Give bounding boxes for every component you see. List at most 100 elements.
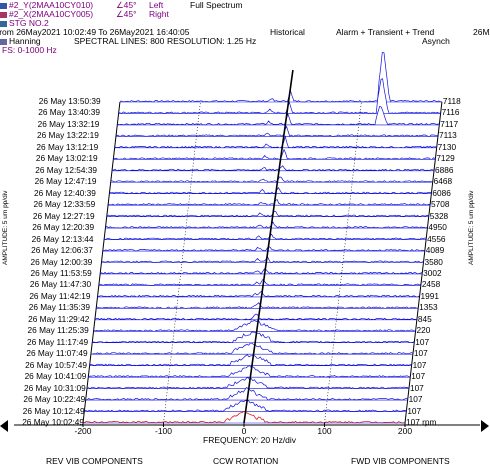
rpm-label: 7113 <box>438 130 457 141</box>
rpm-label: 107 <box>415 336 430 347</box>
rpm-label: 6086 <box>432 187 451 198</box>
trace-x-side: Right <box>149 9 169 19</box>
timestamp-label: 26 May 12:33:59 <box>33 199 96 210</box>
timestamp-label: 26 May 12:40:39 <box>34 187 96 198</box>
rpm-label: 5708 <box>431 199 450 210</box>
spectrum-trace <box>106 210 429 218</box>
rpm-label: 220 <box>416 325 431 336</box>
rpm-label: 107 <box>409 382 424 393</box>
timestamp-label: 26 May 12:54:39 <box>35 164 98 175</box>
rpm-label: 2458 <box>421 279 441 290</box>
rpm-label: 4556 <box>427 233 446 244</box>
historical-label: Historical <box>270 27 305 37</box>
spectrum-trace <box>102 245 425 252</box>
frequency-span: FS: 0-1000 Hz <box>2 45 57 55</box>
rotation-label: CCW ROTATION <box>213 456 279 466</box>
x-tick-label: 100 <box>317 426 332 436</box>
rpm-label: 4089 <box>425 245 445 256</box>
spectrum-trace <box>98 278 422 286</box>
rpm-label: 6886 <box>435 164 454 175</box>
x-tick-label: -200 <box>74 426 92 436</box>
timestamp-label: 26 May 12:20:39 <box>32 222 95 233</box>
spectrum-trace <box>117 105 440 126</box>
timestamp-label: 26 May 11:25:39 <box>27 325 89 336</box>
window-icon <box>0 38 7 45</box>
spectrum-mode: Full Spectrum <box>190 0 243 10</box>
y-axis-label-right: AMPLITUDE: 5 um pp/div <box>468 190 475 265</box>
timestamp-label: 26 May 12:47:19 <box>34 176 97 187</box>
timestamp-label: 26 May 11:17:49 <box>26 336 89 347</box>
rpm-label: 1991 <box>420 290 439 301</box>
rpm-label: 1353 <box>419 302 438 313</box>
timestamp-label: 26 May 10:12:49 <box>22 405 85 416</box>
spectrum-trace <box>114 135 437 149</box>
spectrum-trace <box>111 165 435 172</box>
x-tick-label: -100 <box>154 426 172 436</box>
timestamp-label: 26 May 13:02:19 <box>35 153 98 164</box>
spectrum-trace <box>113 148 436 160</box>
rpm-label: 4950 <box>428 222 447 233</box>
trace-y-icon <box>0 2 7 9</box>
timestamp-label: 26 May 12:27:19 <box>32 210 95 221</box>
spectrum-trace <box>118 78 441 114</box>
rpm-label: 7118 <box>442 96 461 106</box>
spectrum-trace <box>92 331 415 344</box>
rpm-label: 3580 <box>424 256 443 267</box>
x-axis-label: FREQUENCY: 20 Hz/div <box>203 435 297 445</box>
asynch-label: Asynch <box>422 36 450 46</box>
spectrum-trace <box>90 342 414 355</box>
machine-icon <box>0 20 7 27</box>
spectrum-trace <box>101 255 424 263</box>
timestamp-label: 26 May 11:07:49 <box>26 348 88 359</box>
scroll-right-arrow[interactable] <box>481 420 489 432</box>
rpm-label: 3002 <box>423 267 442 278</box>
clipped-label: 26M <box>473 27 490 37</box>
resolution: RESOLUTION: 1.25 Hz <box>167 36 257 46</box>
spectrum-trace <box>99 268 423 275</box>
spectrum-trace <box>94 313 417 321</box>
timestamp-label: 26 May 13:12:19 <box>36 141 99 152</box>
rpm-label: 107 <box>413 348 428 359</box>
rev-components-label: REV VIB COMPONENTS <box>46 456 143 466</box>
timestamp-label: 26 May 10:02:49 <box>22 417 84 427</box>
scroll-left-arrow[interactable] <box>0 420 8 432</box>
spectrum-trace <box>93 319 416 332</box>
timestamp-label: 26 May 10:41:09 <box>24 371 87 382</box>
rpm-label: 107 <box>408 394 423 405</box>
timestamp-label: 26 May 11:53:59 <box>30 267 92 278</box>
timestamp-label: 26 May 11:29:42 <box>28 313 90 324</box>
rpm-label: 7129 <box>436 153 455 164</box>
spectrum-trace <box>88 364 411 378</box>
trace-x-icon <box>0 11 7 18</box>
spectrum-trace <box>119 51 442 103</box>
rpm-label: 107 <box>412 359 427 370</box>
timestamp-label: 26 May 10:22:49 <box>23 394 86 405</box>
timestamp-label: 26 May 11:42:19 <box>29 290 91 301</box>
spectrum-trace <box>104 233 427 240</box>
spectrum-trace <box>86 376 410 390</box>
trace-x-angle: ∠45° <box>116 9 137 19</box>
timestamp-label: 26 May 10:57:49 <box>25 359 87 370</box>
spectrum-trace <box>105 221 428 229</box>
timestamp-label: 26 May 13:32:19 <box>37 118 100 129</box>
timestamp-label: 26 May 12:06:37 <box>31 245 93 256</box>
rpm-label: 845 <box>417 313 432 324</box>
fwd-components-label: FWD VIB COMPONENTS <box>351 456 450 466</box>
spectrum-trace <box>89 354 412 367</box>
spectrum-trace <box>107 198 431 206</box>
rpm-label: 107 <box>411 371 426 382</box>
timestamp-label: 26 May 10:31:09 <box>23 382 86 393</box>
timestamp-label: 26 May 12:00:39 <box>30 256 93 267</box>
rpm-label: 7130 <box>437 141 457 152</box>
spectral-lines: SPECTRAL LINES: 800 <box>74 36 165 46</box>
timestamp-label: 26 May 13:40:39 <box>38 107 101 118</box>
rpm-label: 7117 <box>440 118 459 129</box>
x-tick-label: 200 <box>397 426 413 436</box>
spectrum-trace <box>97 290 420 298</box>
rpm-label: 5328 <box>429 210 449 221</box>
rpm-label: 107 <box>407 405 422 416</box>
timestamp-label: 26 May 12:13:44 <box>31 233 94 244</box>
rpm-label: 6468 <box>433 176 453 187</box>
spectrum-trace <box>110 176 433 183</box>
alarm-label: Alarm + Transient + Trend <box>336 27 435 37</box>
